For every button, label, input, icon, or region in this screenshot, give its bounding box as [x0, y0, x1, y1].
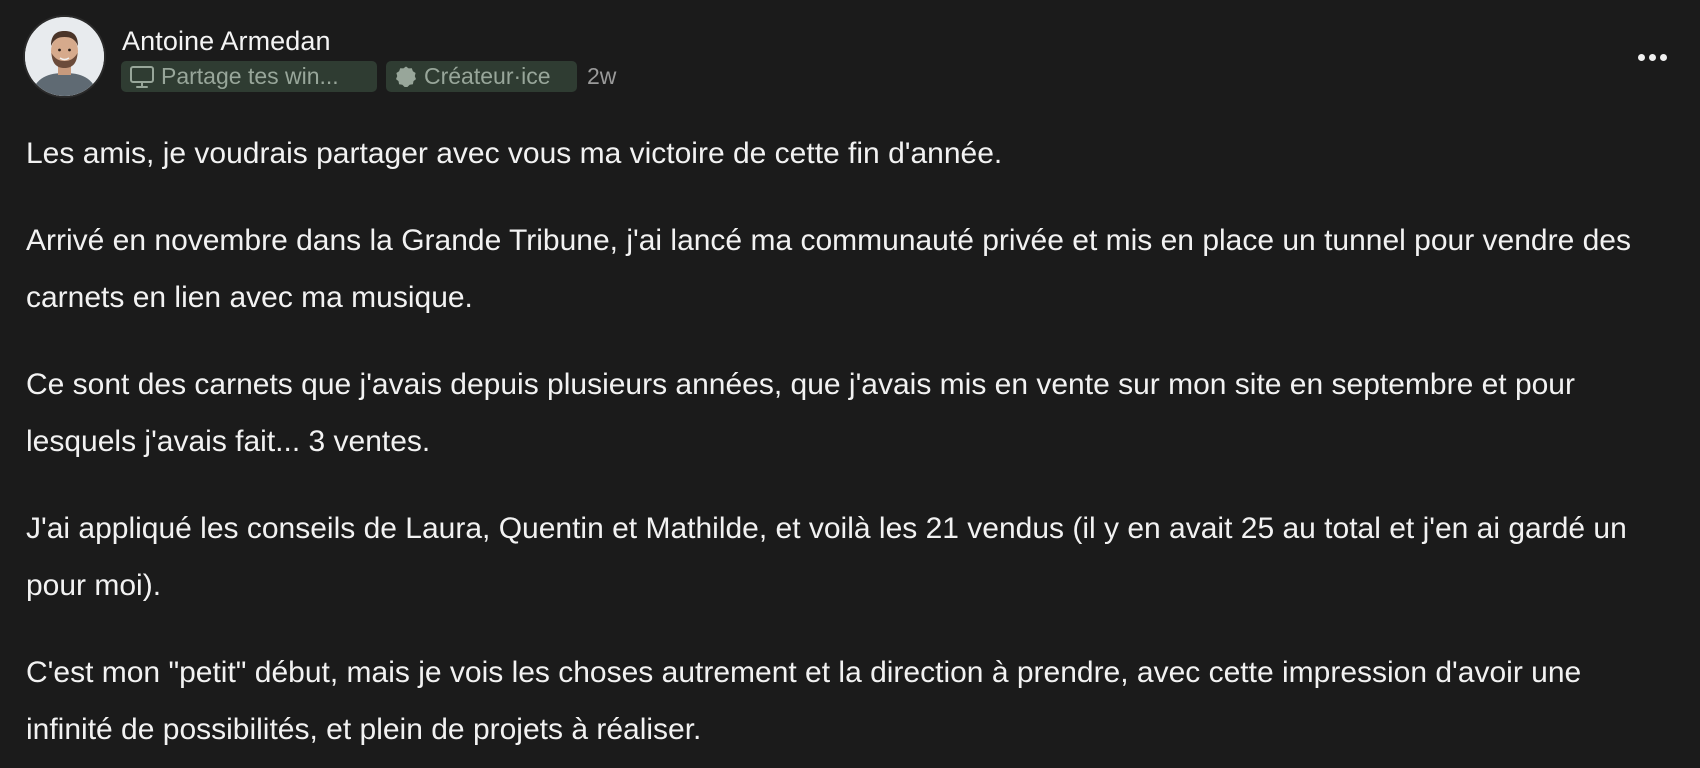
post-body: Les amis, je voudrais partager avec vous…	[26, 125, 1676, 768]
channel-badge-label: Partage tes win...	[161, 63, 339, 89]
post-paragraph: C'est mon "petit" début, mais je vois le…	[26, 656, 1582, 746]
person-avatar-icon	[25, 17, 104, 96]
role-badge[interactable]: Créateur·ice	[386, 61, 577, 92]
more-horizontal-icon-dot	[1637, 53, 1645, 61]
post-card: Antoine Armedan Partage tes win... Créat…	[0, 0, 1700, 768]
author-avatar[interactable]	[25, 17, 104, 96]
post-paragraph: Les amis, je voudrais partager avec vous…	[26, 137, 1003, 170]
more-horizontal-icon-dot	[1648, 53, 1656, 61]
monitor-icon	[130, 65, 154, 88]
author-name[interactable]: Antoine Armedan	[122, 24, 331, 58]
post-timestamp[interactable]: 2w	[587, 63, 616, 90]
post-paragraph: Arrivé en novembre dans la Grande Tribun…	[26, 224, 1631, 314]
more-horizontal-icon-dot	[1659, 53, 1667, 61]
post-paragraph: Ce sont des carnets que j'avais depuis p…	[26, 368, 1575, 458]
channel-badge[interactable]: Partage tes win...	[121, 61, 377, 92]
role-badge-label: Créateur·ice	[424, 63, 551, 89]
post-meta: Partage tes win... Créateur·ice 2w	[121, 61, 616, 92]
badge-seal-icon	[396, 66, 416, 87]
more-options-button[interactable]	[1632, 44, 1672, 70]
post-paragraph: J'ai appliqué les conseils de Laura, Que…	[26, 512, 1627, 602]
